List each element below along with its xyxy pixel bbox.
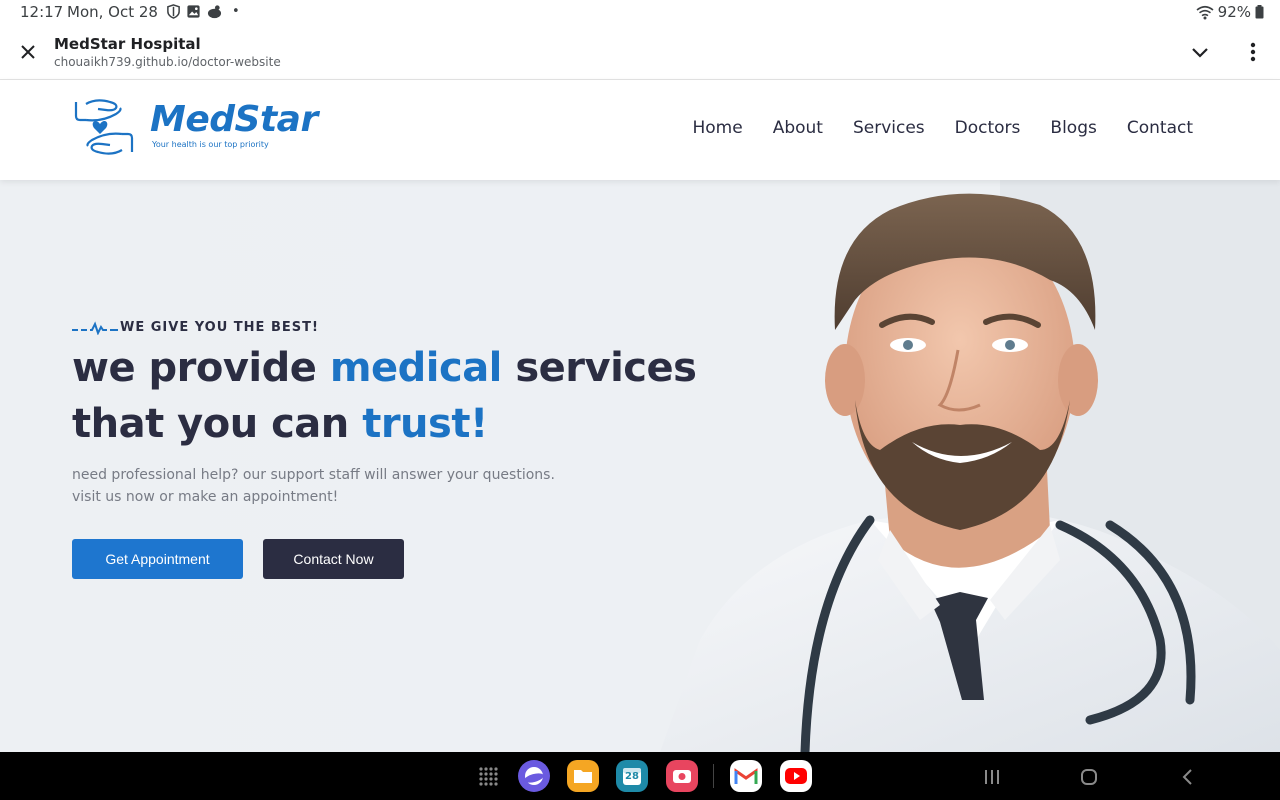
hero-subtext-line: visit us now or make an appointment! [72,489,339,505]
battery-percent: 92% [1217,3,1251,21]
more-notifications-dot: • [232,4,240,19]
logo-tagline: Your health is our top priority [152,140,269,149]
internet-icon [524,767,544,785]
headline-highlight-trust: trust! [362,401,488,447]
my-files-icon [574,770,592,783]
nav-home[interactable]: Home [693,118,743,138]
youtube-icon [785,768,807,784]
app-drawer-icon [479,767,498,786]
gallery-icon [187,5,200,18]
close-tab-button[interactable] [14,38,42,66]
hands-heart-logo-icon [74,99,134,155]
hero-headline: we provide medical services that you can… [72,340,697,452]
calendar-day: 28 [625,771,639,782]
home-icon [1081,769,1097,785]
back-button[interactable] [1176,766,1198,788]
screen-recorder-app[interactable] [666,760,698,792]
status-time: 12:17 [20,3,64,21]
recent-apps-button[interactable] [981,766,1003,788]
headline-highlight-medical: medical [329,345,503,391]
system-nav-bar: 28 [0,752,1280,800]
gmail-icon [734,768,758,784]
browser-toolbar: MedStar Hospital chouaikh739.github.io/d… [0,24,1280,80]
battery-icon [1255,5,1264,19]
youtube-app[interactable] [780,760,812,792]
hero-subtext: need professional help? our support staf… [72,464,555,508]
heartbeat-line-icon [72,320,118,335]
calendar-app[interactable]: 28 [616,760,648,792]
headline-part: services [501,345,697,391]
status-bar: 12:17 Mon, Oct 28 • 92% [0,0,1280,24]
nav-about[interactable]: About [773,118,823,138]
status-right: 92% [1196,3,1264,21]
recents-icon [985,770,999,784]
home-button[interactable] [1078,766,1100,788]
hero-section: WE GIVE YOU THE BEST! we provide medical… [0,180,1280,752]
internet-app[interactable] [518,760,550,792]
page-title: MedStar Hospital [54,35,201,53]
get-appointment-button[interactable]: Get Appointment [72,539,243,579]
logo-name: MedStar [150,99,318,140]
my-files-app[interactable] [567,760,599,792]
more-vert-icon [1250,42,1256,62]
gmail-app[interactable] [730,760,762,792]
site-logo[interactable]: MedStar Your health is our top priority [72,98,318,156]
headline-part: we provide [72,345,330,391]
nav-blogs[interactable]: Blogs [1050,118,1096,138]
wifi-icon [1196,5,1214,19]
hero-eyebrow-text: WE GIVE YOU THE BEST! [120,320,319,335]
main-nav: Home About Services Doctors Blogs Contac… [693,118,1194,138]
site-header: MedStar Your health is our top priority … [0,80,1280,180]
back-icon [1182,769,1192,785]
hero-eyebrow: WE GIVE YOU THE BEST! [72,320,319,335]
page-url[interactable]: chouaikh739.github.io/doctor-website [54,55,281,69]
headline-part: that you can [72,401,363,447]
nav-services[interactable]: Services [853,118,925,138]
dock-divider [713,764,714,788]
chevron-down-icon [1192,48,1208,58]
notification-icons: • [166,4,240,19]
expand-button[interactable] [1186,38,1214,66]
hero-subtext-line: need professional help? our support staf… [72,467,555,483]
contact-now-button[interactable]: Contact Now [263,539,404,579]
more-options-button[interactable] [1240,38,1266,66]
nav-doctors[interactable]: Doctors [955,118,1021,138]
shield-icon [167,4,180,19]
app-drawer-button[interactable] [472,760,504,792]
status-date: Mon, Oct 28 [67,3,158,21]
close-icon [21,45,35,59]
nav-contact[interactable]: Contact [1127,118,1193,138]
screen-recorder-icon [673,770,691,783]
app-notification-icon [207,5,222,19]
doctor-photo [640,180,1280,752]
